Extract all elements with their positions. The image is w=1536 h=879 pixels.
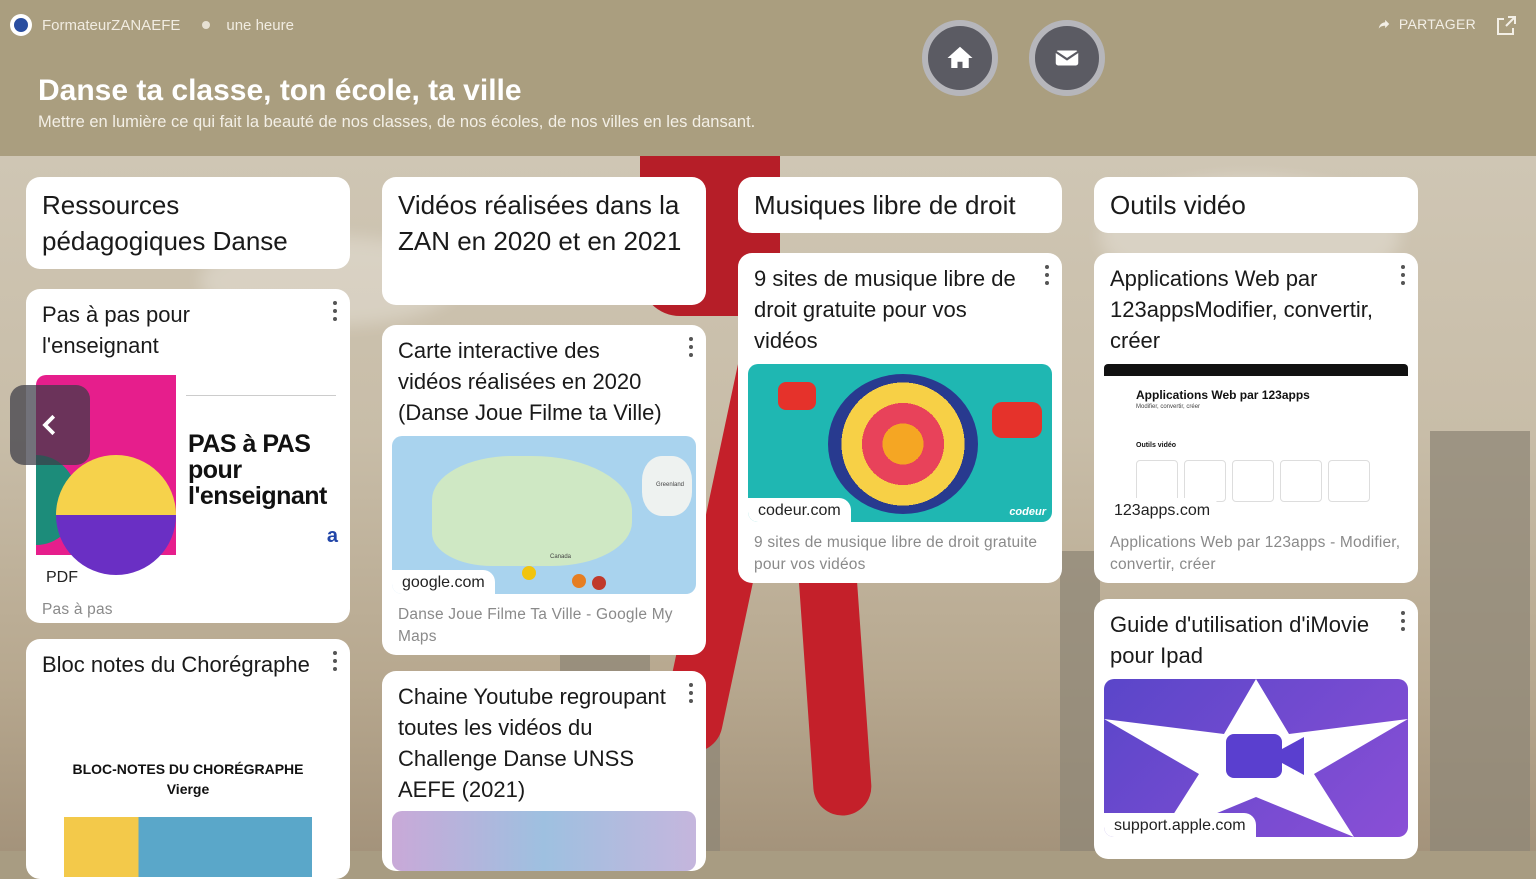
previous-arrow-button[interactable] (10, 385, 90, 465)
column-title: Musiques libre de droit (738, 177, 1062, 233)
board-header: FormateurZANAEFE une heure Danse ta clas… (0, 0, 1536, 156)
post-title: Applications Web par 123appsModifier, co… (1110, 266, 1373, 353)
column-title: Vidéos réalisées dans la ZAN en 2020 et … (382, 177, 706, 305)
post-description: Danse Joue Filme Ta Ville - Google My Ma… (398, 606, 673, 645)
brand-logo: codeur (1009, 506, 1046, 518)
author-name[interactable]: FormateurZANAEFE (42, 17, 180, 34)
post-preview[interactable]: Applications Web par 123apps Modifier, c… (1104, 364, 1408, 522)
home-button[interactable] (922, 20, 998, 96)
attachment-type: PDF (36, 565, 88, 589)
post-description: 9 sites de musique libre de droit gratui… (754, 534, 1038, 573)
post-preview[interactable]: support.apple.com (1104, 679, 1408, 837)
share-icon (1378, 19, 1390, 29)
timestamp: une heure (226, 16, 294, 34)
post-card[interactable]: Applications Web par 123apps Modifier, co… (1094, 253, 1418, 583)
column-title: Outils vidéo (1094, 177, 1418, 233)
map-label: Canada (550, 554, 572, 560)
link-domain: codeur.com (748, 498, 851, 522)
post-title: Pas à pas pour l'enseignant (42, 302, 190, 358)
separator-dot (202, 21, 211, 29)
column-musiques: Musiques libre de droit 9 sites de musiq… (738, 177, 1062, 851)
share-label: PARTAGER (1398, 16, 1476, 32)
share-button[interactable]: PARTAGER (1377, 16, 1476, 32)
more-options-icon[interactable] (686, 337, 696, 357)
more-options-icon[interactable] (1398, 611, 1408, 631)
board-subtitle: Mettre en lumière ce qui fait la beauté … (38, 113, 756, 131)
post-preview[interactable]: Greenland Canada google.com (392, 436, 696, 594)
post-title: Bloc notes du Chorégraphe (42, 652, 310, 677)
post-description: Pas à pas (42, 601, 113, 618)
mail-button[interactable] (1029, 20, 1105, 96)
post-card[interactable]: Chaine Youtube regroupant toutes les vid… (382, 671, 706, 871)
post-title: Guide d'utilisation d'iMovie pour Ipad (1110, 612, 1370, 668)
post-title: Chaine Youtube regroupant toutes les vid… (398, 684, 666, 802)
post-card[interactable]: 9 sites de musique libre de droit gratui… (738, 253, 1062, 583)
more-options-icon[interactable] (1398, 265, 1408, 285)
post-card[interactable]: Guide d'utilisation d'iMovie pour Ipad s… (1094, 599, 1418, 859)
open-external-icon[interactable] (1494, 14, 1518, 38)
preview-heading: BLOC-NOTES DU CHORÉGRAPHE (72, 761, 304, 777)
more-options-icon[interactable] (686, 683, 696, 703)
post-title: 9 sites de musique libre de droit gratui… (754, 266, 1016, 353)
preview-heading: PAS à PAS pour l'enseignant (188, 430, 327, 510)
post-preview[interactable]: codeur codeur.com (748, 364, 1052, 522)
avatar[interactable] (10, 14, 32, 36)
post-card[interactable]: Carte interactive des vidéos réalisées e… (382, 325, 706, 655)
more-options-icon[interactable] (1042, 265, 1052, 285)
preview-section: Outils vidéo (1136, 442, 1177, 449)
column-outils: Outils vidéo Applications Web par 123app… (1094, 177, 1418, 859)
link-domain: 123apps.com (1104, 498, 1221, 522)
mail-icon (1055, 50, 1079, 66)
map-label: Greenland (656, 482, 685, 488)
link-domain: google.com (392, 570, 495, 594)
more-options-icon[interactable] (330, 301, 340, 321)
preview-heading: Applications Web par 123apps (1136, 388, 1310, 402)
more-options-icon[interactable] (330, 651, 340, 671)
board-meta: FormateurZANAEFE une heure (10, 14, 294, 36)
column-ressources: Ressources pédagogiques Danse Pas à pas … (26, 177, 350, 879)
preview-subheading: Vierge (166, 781, 210, 797)
chevron-left-icon (42, 414, 56, 436)
link-domain: support.apple.com (1104, 813, 1256, 837)
column-videos: Vidéos réalisées dans la ZAN en 2020 et … (382, 177, 706, 871)
post-title: Carte interactive des vidéos réalisées e… (398, 338, 662, 425)
preview-subheading: Modifier, convertir, créer (1136, 404, 1201, 410)
board-title: Danse ta classe, ton école, ta ville (38, 74, 522, 107)
post-description: Applications Web par 123apps - Modifier,… (1110, 534, 1401, 573)
column-title: Ressources pédagogiques Danse (26, 177, 350, 269)
home-icon (947, 46, 973, 68)
post-card[interactable]: Bloc notes du Chorégraphe BLOC-NOTES DU … (26, 639, 350, 879)
